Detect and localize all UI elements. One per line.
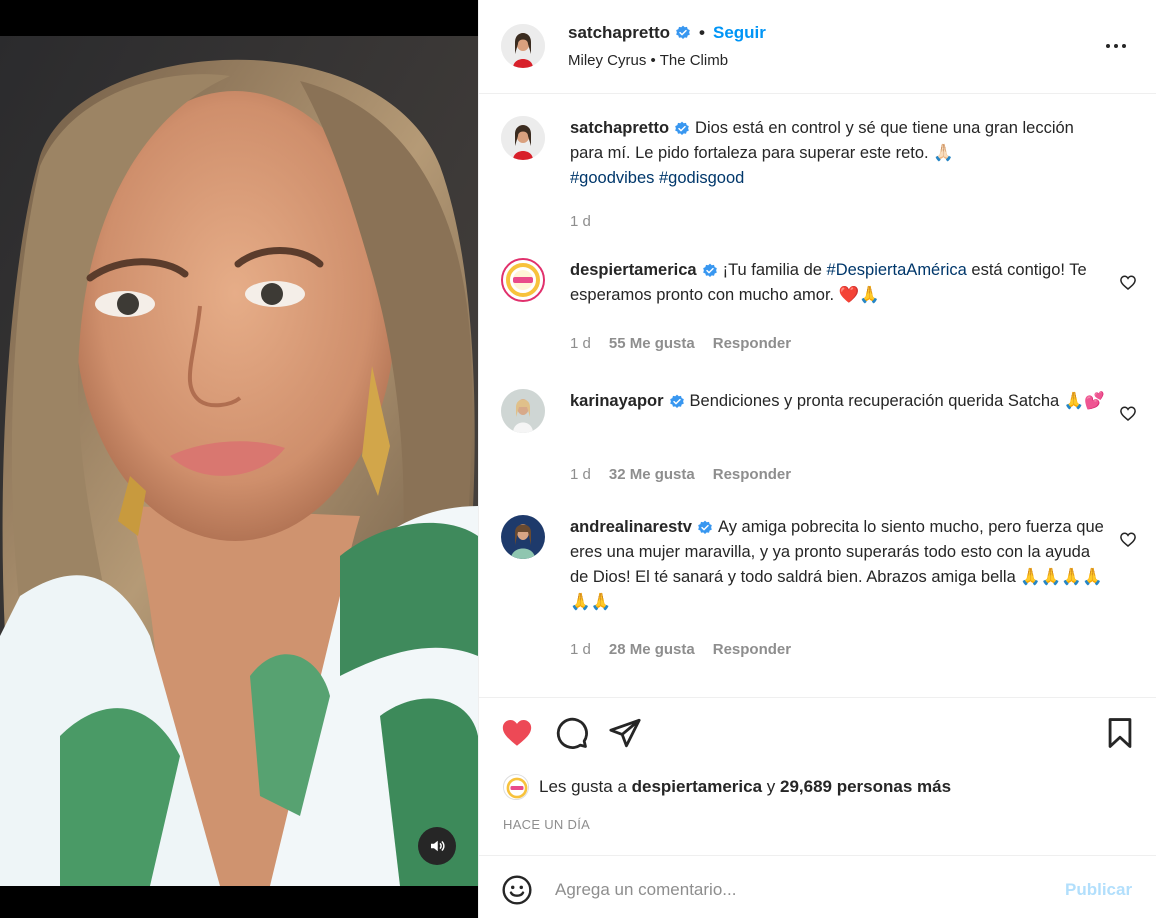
- username-link[interactable]: karinayapor: [570, 392, 664, 410]
- heart-outline-icon[interactable]: [1119, 405, 1137, 423]
- speaker-icon: [431, 840, 445, 852]
- likes-count-link[interactable]: 32 Me gusta: [609, 466, 695, 483]
- share-icon[interactable]: [608, 716, 642, 750]
- avatar[interactable]: [501, 258, 545, 302]
- caption-text: satchapretto Dios está en control y sé qu…: [570, 116, 1110, 191]
- heart-outline-icon[interactable]: [1119, 274, 1137, 292]
- comment-input[interactable]: [555, 874, 1035, 906]
- avatar[interactable]: [501, 116, 545, 160]
- timestamp[interactable]: 1 d: [570, 213, 591, 230]
- comment-item: karinayapor Bendiciones y pronta recupera…: [501, 389, 1141, 499]
- likes-summary: Les gusta a despiertamerica y 29,689 per…: [503, 774, 951, 800]
- likes-count-link[interactable]: 55 Me gusta: [609, 335, 695, 352]
- comment-body: Bendiciones y pronta recuperación querid…: [689, 392, 1105, 410]
- likes-count-link[interactable]: 29,689 personas más: [780, 777, 951, 796]
- follow-button[interactable]: Seguir: [713, 23, 766, 43]
- caption-meta: 1 d: [570, 213, 591, 230]
- comment-meta: 1 d 32 Me gusta Responder: [570, 466, 791, 483]
- heart-outline-icon[interactable]: [1119, 531, 1137, 549]
- timestamp[interactable]: 1 d: [570, 641, 591, 658]
- avatar[interactable]: [501, 24, 545, 68]
- hashtag-link[interactable]: #DespiertaAmérica: [827, 261, 967, 279]
- more-dot: [1122, 44, 1126, 48]
- comment-body: ¡Tu familia de: [722, 261, 827, 279]
- more-dot: [1114, 44, 1118, 48]
- post-details-panel: satchapretto • Seguir Miley Cyrus • The …: [478, 0, 1156, 918]
- bookmark-icon[interactable]: [1103, 716, 1137, 750]
- audio-toggle-button[interactable]: [418, 827, 456, 865]
- verified-badge-icon: [676, 25, 690, 39]
- avatar[interactable]: [501, 515, 545, 559]
- comment-item: andrealinarestv Ay amiga pobrecita lo sie…: [501, 515, 1141, 675]
- post-date[interactable]: HACE UN DÍA: [503, 817, 590, 832]
- reply-button[interactable]: Responder: [713, 335, 791, 352]
- heart-filled-icon[interactable]: [500, 716, 534, 750]
- likes-prefix: Les gusta a: [539, 777, 632, 796]
- timestamp[interactable]: 1 d: [570, 335, 591, 352]
- timestamp[interactable]: 1 d: [570, 466, 591, 483]
- emoji-icon[interactable]: [501, 874, 533, 906]
- comment-text: andrealinarestv Ay amiga pobrecita lo sie…: [570, 515, 1110, 615]
- caption: satchapretto Dios está en control y sé qu…: [501, 116, 1141, 236]
- reply-button[interactable]: Responder: [713, 466, 791, 483]
- audio-track[interactable]: Miley Cyrus • The Climb: [568, 52, 728, 69]
- avatar[interactable]: [501, 389, 545, 433]
- likes-count-link[interactable]: 28 Me gusta: [609, 641, 695, 658]
- verified-badge-icon: [675, 121, 689, 135]
- song-title: The Climb: [659, 52, 729, 69]
- liker-username-link[interactable]: despiertamerica: [632, 777, 762, 796]
- profile-picture: [501, 24, 545, 68]
- verified-badge-icon: [669, 394, 684, 408]
- post-media[interactable]: [0, 0, 478, 918]
- username-link[interactable]: despiertamerica: [570, 261, 697, 279]
- separator-dot: •: [699, 23, 705, 42]
- comment-meta: 1 d 55 Me gusta Responder: [570, 335, 791, 352]
- post-header: satchapretto • Seguir Miley Cyrus • The …: [479, 0, 1156, 94]
- username-link[interactable]: satchapretto: [568, 23, 670, 43]
- verified-badge-icon: [698, 520, 712, 534]
- profile-picture: [504, 775, 528, 799]
- comment-item: despiertamerica ¡Tu familia de #Despierta…: [501, 258, 1141, 368]
- more-options-button[interactable]: [1101, 36, 1131, 56]
- profile-picture: [503, 260, 543, 300]
- comment-text: despiertamerica ¡Tu familia de #Despierta…: [570, 258, 1110, 308]
- likes-text: Les gusta a despiertamerica y 29,689 per…: [539, 777, 951, 797]
- song-separator: •: [650, 52, 656, 69]
- avatar[interactable]: [503, 774, 529, 800]
- profile-picture: [501, 389, 545, 433]
- username-link[interactable]: satchapretto: [570, 119, 669, 137]
- verified-badge-icon: [702, 263, 717, 277]
- portrait-illustration: [0, 36, 478, 886]
- song-artist: Miley Cyrus: [568, 52, 647, 69]
- comment-text: karinayapor Bendiciones y pronta recupera…: [570, 389, 1110, 414]
- more-horizontal-icon: [1106, 44, 1110, 48]
- profile-picture: [501, 515, 545, 559]
- post-photo[interactable]: [0, 36, 478, 886]
- profile-picture: [501, 116, 545, 160]
- hashtag-links[interactable]: #goodvibes #godisgood: [570, 169, 744, 187]
- add-comment-bar: Publicar: [479, 855, 1156, 918]
- reply-button[interactable]: Responder: [713, 641, 791, 658]
- likes-mid: y: [762, 777, 780, 796]
- comment-meta: 1 d 28 Me gusta Responder: [570, 641, 791, 658]
- post-actions: Les gusta a despiertamerica y 29,689 per…: [479, 697, 1156, 855]
- comment-icon[interactable]: [555, 716, 589, 750]
- publish-button[interactable]: Publicar: [1065, 880, 1132, 900]
- comments-list[interactable]: satchapretto Dios está en control y sé qu…: [479, 95, 1156, 697]
- post-author: satchapretto • Seguir: [568, 23, 766, 43]
- username-link[interactable]: andrealinarestv: [570, 518, 692, 536]
